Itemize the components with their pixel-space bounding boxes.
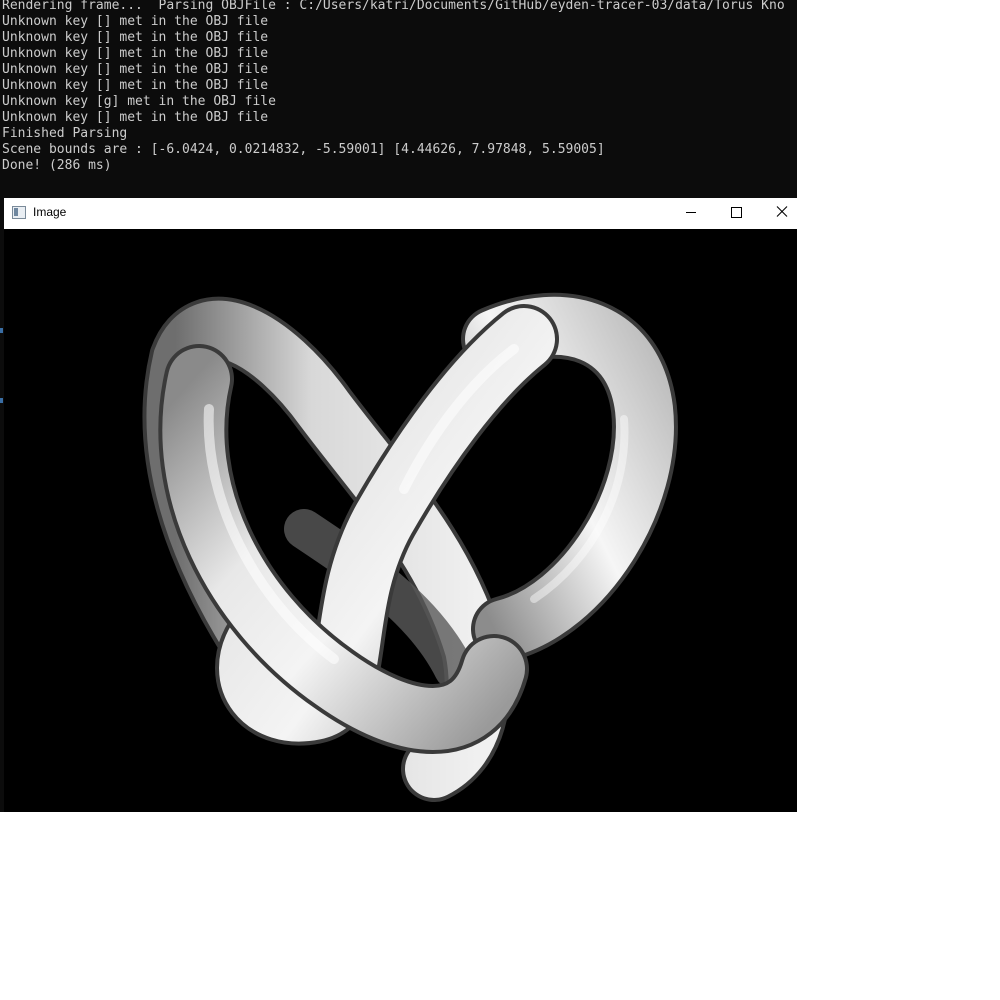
maximize-icon [731,207,742,218]
console-line: Unknown key [g] met in the OBJ file [2,94,276,109]
console-line: Unknown key [] met in the OBJ file [2,30,269,45]
window-title: Image [33,205,67,219]
console-edge-highlight [0,398,3,403]
minimize-button[interactable] [668,198,714,228]
minimize-icon [686,212,696,213]
console-line: Scene bounds are : [-6.0424, 0.0214832, … [2,142,605,157]
console-output: Rendering frame... Parsing OBJFile : C:/… [2,0,785,174]
console-line: Unknown key [] met in the OBJ file [2,46,269,61]
console-line: Unknown key [] met in the OBJ file [2,62,269,77]
close-icon [776,206,788,217]
render-canvas[interactable] [4,229,797,812]
title-bar[interactable]: Image [4,198,797,229]
console-line: Unknown key [] met in the OBJ file [2,110,269,125]
image-window[interactable]: Image [4,198,797,812]
console-edge-highlight [0,328,3,333]
maximize-button[interactable] [714,198,760,228]
app-window-icon[interactable] [12,206,26,219]
console-line: Unknown key [] met in the OBJ file [2,14,269,29]
console-line: Unknown key [] met in the OBJ file [2,78,269,93]
rendered-torus-knot-image [142,292,678,802]
console-window: Rendering frame... Parsing OBJFile : C:/… [0,0,797,198]
console-line: Rendering frame... Parsing OBJFile : C:/… [2,0,785,13]
console-line: Finished Parsing [2,126,128,141]
console-line: Done! (286 ms) [2,158,112,173]
close-button[interactable] [760,198,806,228]
